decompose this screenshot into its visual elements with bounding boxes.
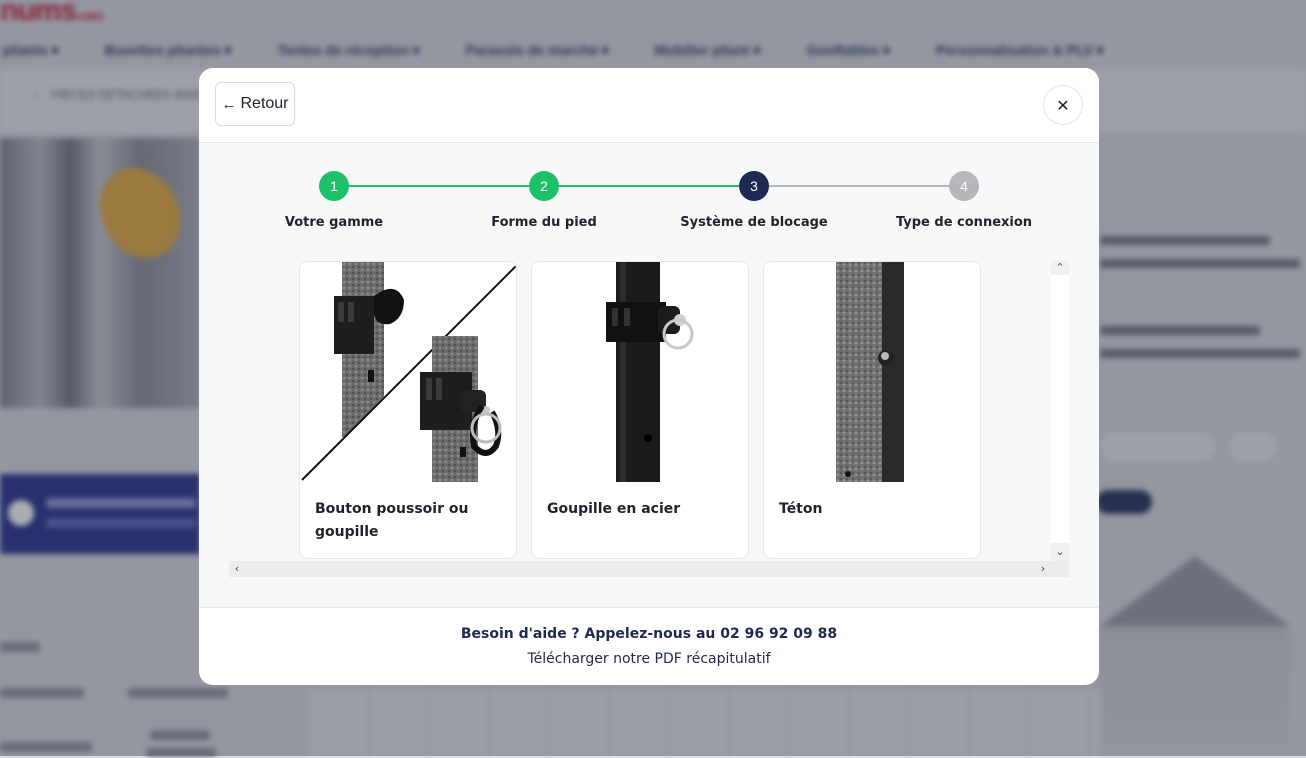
step-label: Type de connexion (895, 215, 1033, 230)
step-number-badge: 2 (529, 171, 559, 201)
step-votre-gamme[interactable]: 1 Votre gamme (244, 171, 424, 230)
step-number-badge: 1 (319, 171, 349, 201)
option-card-push-button-or-pin[interactable]: Bouton poussoir ou goupille (299, 261, 517, 559)
option-title: Téton (779, 501, 823, 517)
step-label: Forme du pied (491, 215, 597, 230)
modal-body: 1 Votre gamme 2 Forme du pied 3 Système … (199, 143, 1099, 607)
close-icon: ✕ (1056, 95, 1070, 115)
configurator-modal: ← Retour ✕ 1 Votre gamme 2 Forme du pied… (199, 68, 1099, 685)
step-number-badge: 3 (739, 171, 769, 201)
option-title: Goupille en acier (547, 501, 681, 517)
step-forme-du-pied[interactable]: 2 Forme du pied (454, 171, 634, 230)
option-title: Bouton poussoir ou goupille (315, 501, 469, 540)
step-systeme-de-blocage: 3 Système de blocage (664, 171, 844, 230)
chevron-left-icon[interactable]: ‹ (229, 561, 245, 577)
steel-pin-image (532, 262, 748, 482)
step-label: Système de blocage (680, 215, 828, 230)
chevron-up-icon[interactable]: ⌃ (1051, 261, 1069, 275)
back-button[interactable]: ← Retour (215, 82, 295, 126)
locking-system-options: Bouton poussoir ou goupille Goupille en … (229, 261, 1069, 579)
help-phone-text: Besoin d'aide ? Appelez-nous au 02 96 92… (460, 626, 838, 642)
stud-image (764, 262, 980, 482)
download-pdf-link[interactable]: Télécharger notre PDF récapitulatif (199, 651, 1099, 667)
close-button[interactable]: ✕ (1043, 85, 1083, 125)
modal-header: ← Retour ✕ (199, 68, 1099, 143)
option-card-stud[interactable]: Téton (763, 261, 981, 559)
option-card-steel-pin[interactable]: Goupille en acier (531, 261, 749, 559)
step-number-badge: 4 (949, 171, 979, 201)
horizontal-scrollbar[interactable]: ‹ › (229, 561, 1069, 577)
arrow-left-icon: ← (221, 95, 237, 113)
vertical-scrollbar[interactable]: ⌃ ⌄ (1051, 261, 1069, 561)
chevron-down-icon[interactable]: ⌄ (1051, 545, 1069, 559)
step-label: Votre gamme (284, 215, 384, 230)
step-type-de-connexion: 4 Type de connexion (874, 171, 1054, 230)
scroll-thumb[interactable] (1051, 275, 1069, 543)
push-button-or-pin-image (300, 262, 516, 482)
modal-footer: Besoin d'aide ? Appelez-nous au 02 96 92… (199, 607, 1099, 685)
back-button-label: Retour (240, 95, 289, 112)
chevron-right-icon[interactable]: › (1035, 561, 1051, 577)
progress-stepper: 1 Votre gamme 2 Forme du pied 3 Système … (199, 143, 1099, 253)
